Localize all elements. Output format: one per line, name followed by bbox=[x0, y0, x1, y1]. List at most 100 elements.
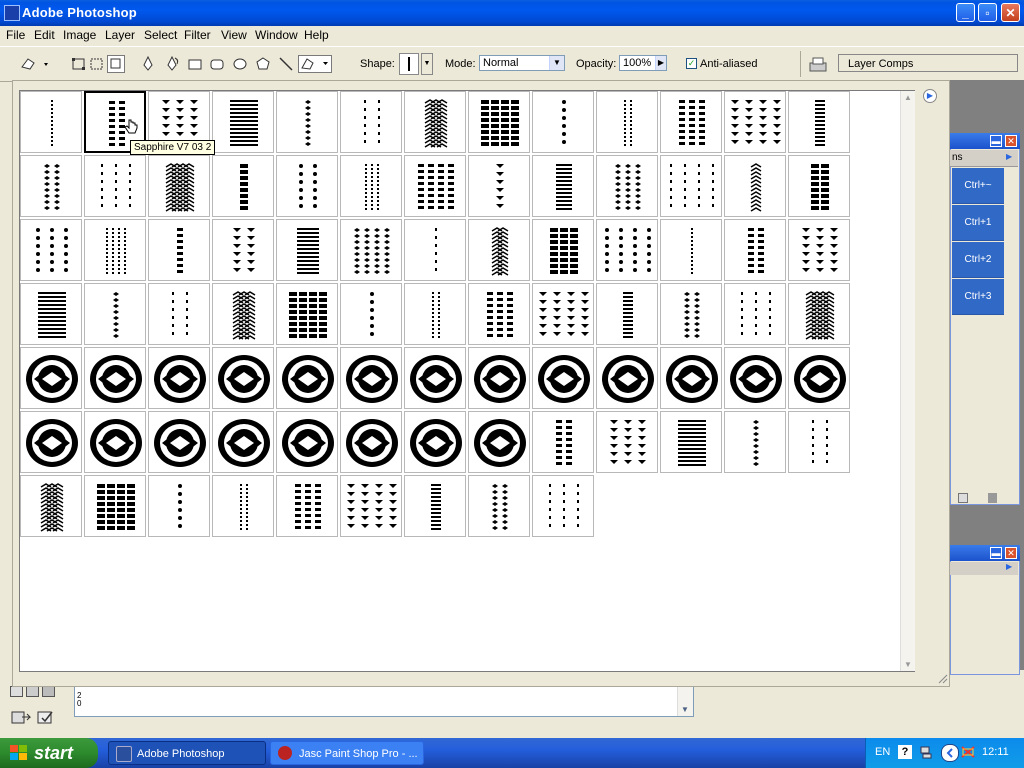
shape-thumbnail[interactable] bbox=[404, 155, 466, 217]
shape-thumbnail[interactable] bbox=[468, 475, 530, 537]
close-button[interactable]: ✕ bbox=[1001, 3, 1020, 22]
shape-thumbnail[interactable] bbox=[20, 411, 82, 473]
shape-thumbnail[interactable] bbox=[212, 283, 274, 345]
shape-thumbnail[interactable] bbox=[340, 411, 402, 473]
resize-grip-icon[interactable] bbox=[936, 672, 948, 684]
network-icon[interactable] bbox=[920, 745, 932, 759]
action-button-ctrl-2[interactable]: Ctrl+2 bbox=[952, 242, 1004, 278]
shape-thumbnail[interactable] bbox=[468, 219, 530, 281]
back-arrow-icon[interactable] bbox=[941, 744, 959, 762]
fullscreen-icon[interactable] bbox=[42, 686, 55, 697]
shape-thumbnail[interactable] bbox=[532, 91, 594, 153]
mode-select[interactable]: Normal ▼ bbox=[479, 55, 565, 71]
panel-menu-icon[interactable]: ▶ bbox=[1006, 562, 1012, 571]
shape-thumbnail[interactable] bbox=[340, 91, 402, 153]
scroll-up-icon[interactable]: ▲ bbox=[904, 93, 912, 102]
shape-thumbnail[interactable] bbox=[532, 155, 594, 217]
shape-thumbnail[interactable] bbox=[20, 283, 82, 345]
shape-thumbnail[interactable] bbox=[20, 347, 82, 409]
shape-thumbnail[interactable] bbox=[148, 347, 210, 409]
shape-thumbnail[interactable] bbox=[468, 155, 530, 217]
shape-thumbnail[interactable] bbox=[724, 91, 786, 153]
shape-layers-icon[interactable] bbox=[70, 55, 88, 73]
action-button-ctrl-1[interactable]: Ctrl+1 bbox=[952, 205, 1004, 241]
shape-thumbnail[interactable] bbox=[788, 411, 850, 473]
shape-thumbnail[interactable] bbox=[20, 155, 82, 217]
shape-thumbnail[interactable] bbox=[724, 283, 786, 345]
jump-to-imageready-icon[interactable] bbox=[10, 708, 32, 726]
shape-swatch[interactable] bbox=[399, 53, 419, 75]
trash-icon[interactable] bbox=[988, 493, 997, 503]
shape-thumbnail[interactable] bbox=[596, 411, 658, 473]
polygon-tool-icon[interactable] bbox=[254, 55, 272, 73]
custom-shape-tool-icon[interactable] bbox=[298, 55, 332, 73]
shape-thumbnail[interactable] bbox=[468, 91, 530, 153]
minimize-button[interactable]: _ bbox=[956, 3, 975, 22]
shape-thumbnail[interactable] bbox=[788, 155, 850, 217]
menu-image[interactable]: Image bbox=[63, 28, 96, 42]
shape-thumbnail[interactable] bbox=[148, 219, 210, 281]
action-button-ctrl-3[interactable]: Ctrl+3 bbox=[952, 279, 1004, 315]
shape-thumbnail[interactable] bbox=[532, 283, 594, 345]
shape-thumbnail[interactable] bbox=[724, 411, 786, 473]
shape-thumbnail[interactable] bbox=[532, 411, 594, 473]
panel-close-icon[interactable]: ✕ bbox=[1005, 135, 1017, 147]
maximize-button[interactable]: ▫ bbox=[978, 3, 997, 22]
shape-thumbnail[interactable] bbox=[340, 347, 402, 409]
shape-thumbnail[interactable] bbox=[532, 219, 594, 281]
shape-thumbnail[interactable] bbox=[532, 347, 594, 409]
shape-thumbnail[interactable] bbox=[340, 155, 402, 217]
shape-thumbnail[interactable] bbox=[84, 155, 146, 217]
language-indicator[interactable]: EN bbox=[875, 746, 890, 758]
input-scrollbar[interactable]: ▼ bbox=[677, 686, 693, 716]
shape-thumbnail[interactable] bbox=[724, 347, 786, 409]
shape-thumbnail[interactable] bbox=[724, 155, 786, 217]
shape-thumbnail[interactable] bbox=[596, 347, 658, 409]
shape-thumbnail[interactable] bbox=[404, 475, 466, 537]
shape-thumbnail[interactable] bbox=[596, 155, 658, 217]
shape-thumbnail[interactable] bbox=[532, 475, 594, 537]
panel-minimize-icon[interactable]: ▬ bbox=[990, 547, 1002, 559]
menu-window[interactable]: Window bbox=[255, 28, 298, 42]
shape-thumbnail[interactable] bbox=[212, 91, 274, 153]
shape-thumbnail[interactable] bbox=[276, 475, 338, 537]
shape-thumbnail[interactable] bbox=[148, 475, 210, 537]
shape-thumbnail[interactable] bbox=[660, 347, 722, 409]
action-button-ctrl-tilde[interactable]: Ctrl+~ bbox=[952, 168, 1004, 204]
rectangle-tool-icon[interactable] bbox=[186, 55, 204, 73]
shape-thumbnail[interactable] bbox=[404, 219, 466, 281]
shape-dropdown-arrow[interactable]: ▼ bbox=[421, 53, 433, 75]
shape-thumbnail[interactable] bbox=[596, 283, 658, 345]
shape-thumbnail[interactable] bbox=[660, 219, 722, 281]
shape-thumbnail[interactable] bbox=[212, 475, 274, 537]
shape-thumbnail[interactable] bbox=[20, 219, 82, 281]
task-adobe-photoshop[interactable]: Adobe Photoshop bbox=[108, 741, 266, 765]
shape-thumbnail[interactable] bbox=[404, 283, 466, 345]
opacity-field[interactable]: 100% ▶ bbox=[619, 55, 667, 71]
shape-thumbnail[interactable] bbox=[276, 219, 338, 281]
menu-layer[interactable]: Layer bbox=[105, 28, 135, 42]
line-tool-icon[interactable] bbox=[277, 55, 295, 73]
shape-thumbnail[interactable] bbox=[660, 155, 722, 217]
shape-thumbnail[interactable] bbox=[84, 347, 146, 409]
paths-icon[interactable] bbox=[88, 55, 106, 73]
shape-thumbnail[interactable] bbox=[276, 155, 338, 217]
shape-thumbnail[interactable] bbox=[788, 283, 850, 345]
title-bar[interactable] bbox=[0, 0, 1024, 26]
actions-panel-header[interactable]: ▬ ✕ bbox=[950, 133, 1020, 149]
panel-menu-icon[interactable]: ▶ bbox=[1006, 152, 1012, 161]
shape-thumbnail[interactable] bbox=[20, 475, 82, 537]
new-action-icon[interactable] bbox=[958, 493, 968, 503]
shape-thumbnail[interactable] bbox=[212, 155, 274, 217]
panel-minimize-icon[interactable]: ▬ bbox=[990, 135, 1002, 147]
menu-file[interactable]: File bbox=[6, 28, 25, 42]
shape-thumbnail[interactable] bbox=[276, 283, 338, 345]
shape-thumbnail[interactable] bbox=[20, 91, 82, 153]
rounded-rectangle-icon[interactable] bbox=[208, 55, 226, 73]
picker-menu-icon[interactable]: ▶ bbox=[923, 89, 937, 103]
shape-thumbnail[interactable] bbox=[276, 91, 338, 153]
freeform-pen-icon[interactable] bbox=[163, 55, 181, 73]
panel-tab-fragment[interactable]: ns bbox=[952, 152, 963, 163]
shape-thumbnail[interactable] bbox=[212, 411, 274, 473]
menu-filter[interactable]: Filter bbox=[184, 28, 211, 42]
